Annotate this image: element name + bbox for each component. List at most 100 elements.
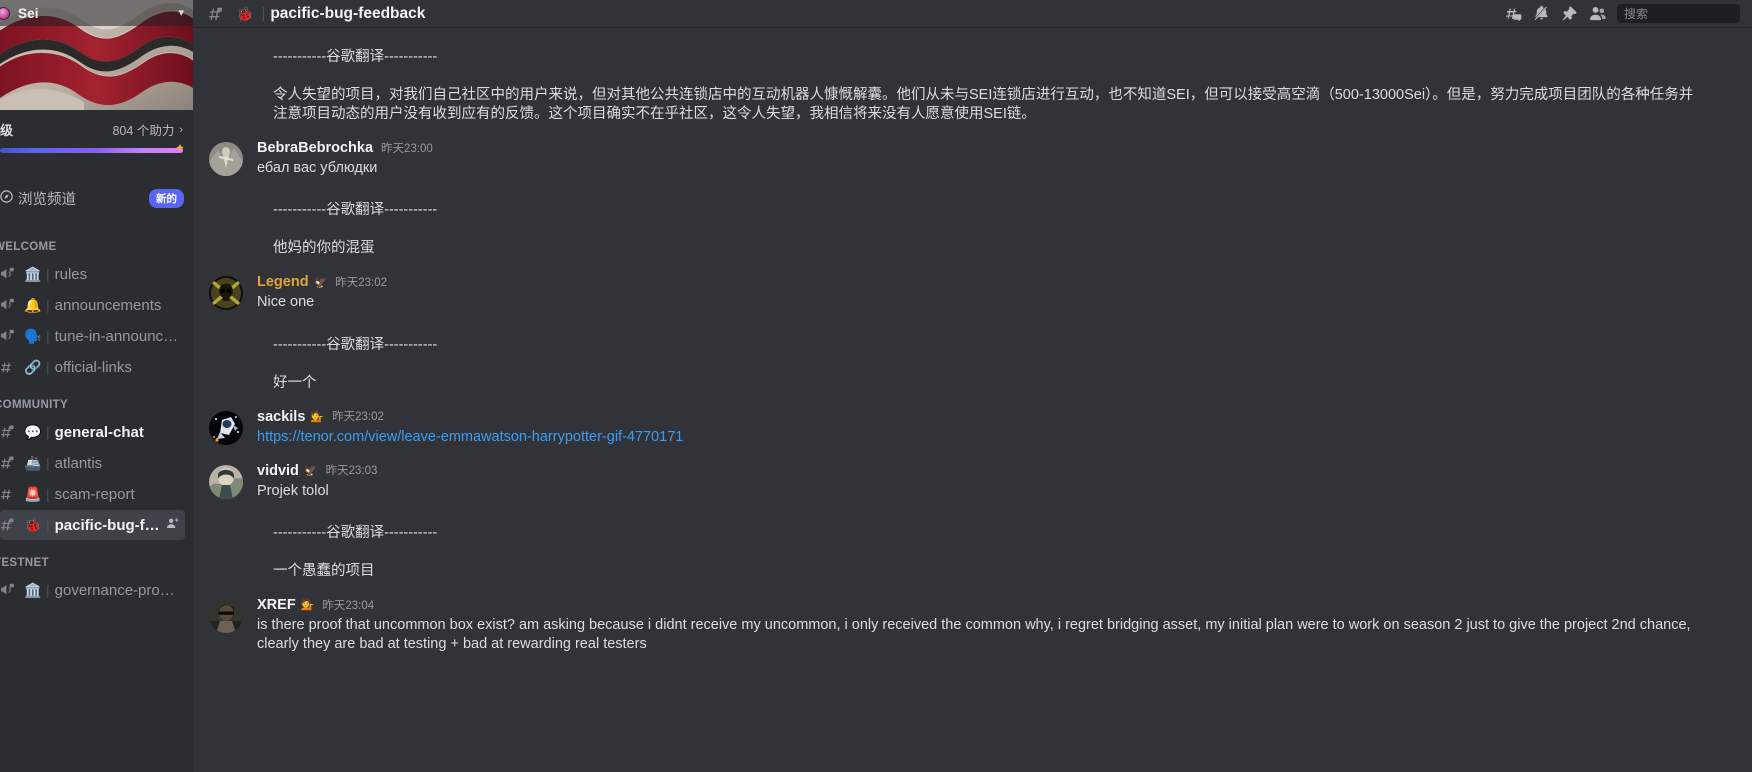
message-item[interactable]: Legend 🦅 昨天23:02 Nice one — [193, 269, 1752, 314]
channel-category-header[interactable]: TESTNET — [0, 541, 193, 574]
message-username[interactable]: Legend — [257, 274, 309, 291]
sidebar-item-tune-in-announcem[interactable]: 🗣️|tune-in-announcem… — [0, 321, 185, 351]
message-continuation[interactable]: 令人失望的项目，对我们自己社区中的用户来说，但对其他公共连锁店中的互动机器人慷慨… — [193, 84, 1752, 126]
translation-separator: -----------谷歌翻译----------- — [193, 196, 1752, 221]
channel-header: 🐞 | pacific-bug-feedback — [193, 0, 1752, 27]
sidebar-item-label: rules — [54, 265, 88, 283]
message-gap — [193, 395, 1752, 404]
message-item[interactable]: vidvid 🦅 昨天23:03 Projek tolol — [193, 458, 1752, 503]
username-badge-icon: 💁 — [300, 599, 315, 612]
translation-separator-text: -----------谷歌翻译----------- — [273, 336, 438, 353]
sidebar-item-label: pacific-bug-feed… — [54, 516, 166, 534]
search-box[interactable] — [1617, 4, 1752, 23]
message-username[interactable]: BebraBebrochka — [257, 140, 373, 157]
channel-emoji: 🔔 — [24, 297, 42, 313]
message-gap — [193, 260, 1752, 269]
message-gap — [193, 315, 1752, 331]
server-header[interactable]: Sei ▾ — [0, 0, 193, 26]
server-boost-section[interactable]: 级 804 个助力 › — [0, 110, 193, 161]
translation-separator-text: -----------谷歌翻译----------- — [273, 49, 438, 65]
boost-progress-bar — [0, 141, 185, 155]
member-list-icon[interactable] — [1583, 3, 1611, 25]
translation-separator: -----------谷歌翻译----------- — [193, 43, 1752, 68]
discord-app: Sei ▾ 级 804 个助力 › 浏览频道 新的 WELCOME🏛️|rul — [0, 0, 1752, 772]
avatar[interactable] — [209, 410, 243, 445]
channel-divider: | — [46, 359, 50, 375]
sidebar-item-label: official-links — [54, 358, 132, 376]
add-member-icon[interactable] — [166, 517, 179, 533]
channel-category-header[interactable]: COMMUNITY — [0, 383, 193, 416]
hash-icon — [0, 486, 22, 502]
header-divider: | — [261, 5, 266, 22]
message-item[interactable]: XREF 💁 昨天23:04 is there proof that uncommon… — [193, 592, 1752, 656]
avatar[interactable] — [209, 142, 243, 177]
boost-level-label: 级 — [0, 123, 14, 138]
message-header: BebraBebrochka 昨天23:00 — [257, 140, 1704, 157]
translation-separator: -----------谷歌翻译----------- — [193, 519, 1752, 544]
sidebar-item-atlantis[interactable]: 🚢 | atlantis — [0, 448, 185, 478]
compass-icon — [0, 189, 18, 207]
channel-emoji: 🗣️ — [24, 328, 42, 344]
channel-divider: | — [46, 266, 50, 282]
channel-emoji: 🐞 — [236, 5, 254, 22]
page-title: pacific-bug-feedback — [270, 4, 426, 22]
hash-lock-icon — [0, 424, 22, 440]
sidebar-item-label: scam-report — [54, 485, 135, 503]
search-input[interactable] — [1624, 6, 1752, 21]
message-header: vidvid 🦅 昨天23:03 — [257, 463, 1704, 480]
channel-divider: | — [46, 486, 50, 502]
message-username[interactable]: sackils — [257, 409, 305, 426]
browse-channels-item[interactable]: 浏览频道 新的 — [0, 185, 193, 211]
announcement-channel-icon — [0, 582, 22, 598]
message-continuation[interactable]: 好一个 — [193, 372, 1752, 395]
sidebar-item-general-chat[interactable]: 💬 | general-chat — [0, 417, 185, 447]
message-body: BebraBebrochka 昨天23:00 ебал вас ублюдки — [257, 140, 1704, 178]
message-continuation[interactable]: 一个愚蠢的项目 — [193, 560, 1752, 583]
message-gap — [193, 221, 1752, 237]
channel-emoji: 🚢 — [24, 455, 42, 471]
avatar[interactable] — [209, 598, 243, 633]
message-item[interactable]: sackils 💁 昨天23:02 https://tenor.com/view/le… — [193, 404, 1752, 449]
message-username[interactable]: XREF — [257, 597, 296, 614]
message-link[interactable]: https://tenor.com/view/leave-emmawatson-… — [257, 429, 683, 445]
message-text: 好一个 — [273, 374, 317, 391]
sidebar-item-governance-proposals[interactable]: 🏛️|governance-proposals — [0, 575, 185, 605]
avatar[interactable] — [209, 464, 243, 499]
pinned-messages-icon[interactable] — [1555, 3, 1583, 25]
message-username[interactable]: vidvid — [257, 463, 299, 480]
hash-lock-icon — [207, 6, 223, 22]
channel-divider: | — [46, 424, 50, 440]
channel-category-header[interactable]: WELCOME — [0, 225, 193, 258]
message-body: XREF 💁 昨天23:04 is there proof that uncommon… — [257, 597, 1704, 654]
chevron-down-icon[interactable]: ▾ — [178, 7, 184, 19]
sidebar-item-scam-report[interactable]: 🚨 | scam-report — [0, 479, 185, 509]
sidebar-item-announcements[interactable]: 🔔 | announcements — [0, 290, 185, 320]
sidebar-item-rules[interactable]: 🏛️ | rules — [0, 259, 185, 289]
channel-list[interactable]: WELCOME 🏛️ | rules 🔔 | announcements 🗣️ | tune-in… — [0, 225, 193, 772]
notifications-off-icon[interactable] — [1527, 3, 1555, 25]
message-body: sackils 💁 昨天23:02 https://tenor.com/view/le… — [257, 409, 1704, 447]
hash-lock-icon — [0, 455, 22, 471]
channel-emoji: 🏛️ — [24, 266, 42, 282]
message-list[interactable]: -----------谷歌翻译----------- 令人失望的项目，对我们自己社… — [193, 27, 1752, 772]
channel-emoji: 🔗 — [24, 359, 42, 375]
channel-emoji: 🚨 — [24, 486, 42, 502]
sidebar-item-pacific-bug-feed[interactable]: 🐞|pacific-bug-feed… — [0, 510, 185, 540]
message-body: vidvid 🦅 昨天23:03 Projek tolol — [257, 463, 1704, 501]
channel-emoji: 💬 — [24, 424, 42, 440]
message-item[interactable]: BebraBebrochka 昨天23:00 ебал вас ублюдки — [193, 135, 1752, 180]
message-text: ебал вас ублюдки — [257, 160, 378, 177]
message-gap — [193, 503, 1752, 519]
channel-emoji: 🐞 — [24, 517, 42, 533]
message-text: 令人失望的项目，对我们自己社区中的用户来说，但对其他公共连锁店中的互动机器人慷慨… — [273, 87, 1694, 123]
message-continuation[interactable]: 他妈的你的混蛋 — [193, 237, 1752, 260]
sidebar-item-official-links[interactable]: 🔗 | official-links — [0, 352, 185, 382]
avatar[interactable] — [209, 276, 243, 311]
username-badge-icon: 💁 — [310, 411, 325, 424]
announcement-channel-icon — [0, 266, 22, 282]
server-avatar — [0, 6, 10, 20]
message-text: Nice one — [257, 294, 315, 311]
browse-channels-label: 浏览频道 — [18, 191, 76, 208]
threads-icon[interactable] — [1499, 3, 1527, 25]
message-text: Projek tolol — [257, 482, 329, 499]
